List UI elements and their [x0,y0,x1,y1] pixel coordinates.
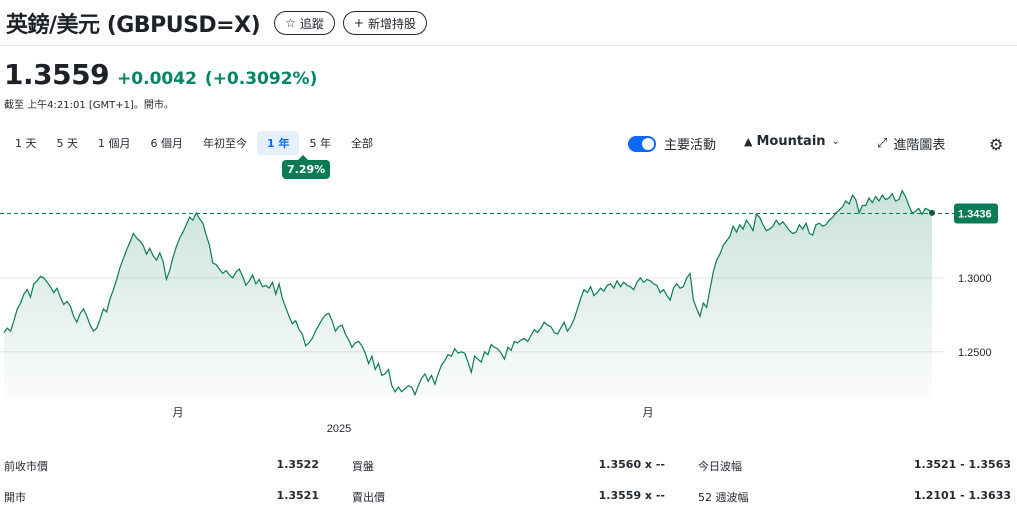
range-ytd[interactable]: 年初至今 [193,131,257,155]
mountain-icon: ▲ [744,135,753,148]
add-holding-button[interactable]: + 新增持股 [342,11,427,35]
add-holding-label: 新增持股 [367,16,416,31]
advanced-chart-link[interactable]: ⤢ 進階圖表 [877,134,945,153]
last-price-dot [929,209,935,216]
stats-row: 開市 1.3521 賣出價 1.3559 x -- 52 週波幅 1.2101 … [0,481,1017,508]
market-time-note: 截至 上午4:21:01 [GMT+1]。開市。 [4,100,174,111]
x-tick-label: 2025 [327,423,351,435]
x-tick-label: 月 [173,407,184,419]
price-chart[interactable]: 1.3436 1.3000 1.2500 月 2025 月 [0,170,1017,442]
stat-value: 1.3559 x -- [598,489,665,502]
stat-label: 買盤 [352,460,374,473]
range-5d[interactable]: 5 天 [47,131,89,155]
stat-label: 52 週波幅 [698,491,749,504]
range-1y[interactable]: 1 年 [257,131,300,155]
stat-value: 1.3560 x -- [598,458,665,471]
stat-value: 1.3521 - 1.3563 [913,458,1011,471]
header-divider [0,45,1017,46]
range-6m[interactable]: 6 個月 [141,131,194,155]
stat-value: 1.3521 [276,489,319,502]
quote-price-row: 1.3559 +0.0042 (+0.3092%) [4,58,317,91]
y-tick-label: 1.3000 [958,273,992,285]
advanced-chart-label: 進階圖表 [893,138,946,153]
chart-type-label: Mountain [756,134,826,149]
stat-label: 賣出價 [352,491,385,504]
x-tick-label: 月 [643,407,654,419]
stats-row: 前收市價 1.3522 買盤 1.3560 x -- 今日波幅 1.3521 -… [0,450,1017,478]
gear-icon[interactable]: ⚙ [989,135,1003,154]
star-icon: ☆ [285,16,296,30]
page-title: 英鎊/美元 (GBPUSD=X) [6,13,261,38]
stat-value: 1.3522 [276,458,319,471]
expand-icon: ⤢ [877,136,888,151]
chevron-down-icon: ⌄ [831,136,840,147]
key-events-toggle[interactable]: 主要活動 [628,134,716,153]
last-price-label: 1.3436 [958,208,992,220]
toggle-switch[interactable] [628,135,656,152]
follow-button[interactable]: ☆ 追蹤 [274,11,335,35]
price-change: +0.0042 [117,69,197,89]
plus-icon: + [353,16,364,30]
stat-label: 前收市價 [4,460,48,473]
stat-label: 開市 [4,491,26,504]
current-price: 1.3559 [4,58,110,91]
price-area [4,190,932,398]
range-all[interactable]: 全部 [341,131,383,155]
price-change-percent: (+0.3092%) [204,69,318,89]
last-price-tag: 1.3436 [954,203,998,224]
range-5y[interactable]: 5 年 [299,131,341,155]
follow-label: 追蹤 [299,16,324,31]
stat-label: 今日波幅 [698,460,742,473]
quote-header: 英鎊/美元 (GBPUSD=X) ☆ 追蹤 + 新增持股 [6,8,427,38]
chart-type-dropdown[interactable]: ▲ Mountain ⌄ [744,134,840,149]
range-1m[interactable]: 1 個月 [88,131,141,155]
stat-value: 1.2101 - 1.3633 [913,489,1011,502]
key-events-label: 主要活動 [664,138,717,153]
y-tick-label: 1.2500 [958,347,992,359]
range-selector: 1 天 5 天 1 個月 6 個月 年初至今 1 年 5 年 全部 [5,131,383,155]
range-1d[interactable]: 1 天 [5,131,47,155]
